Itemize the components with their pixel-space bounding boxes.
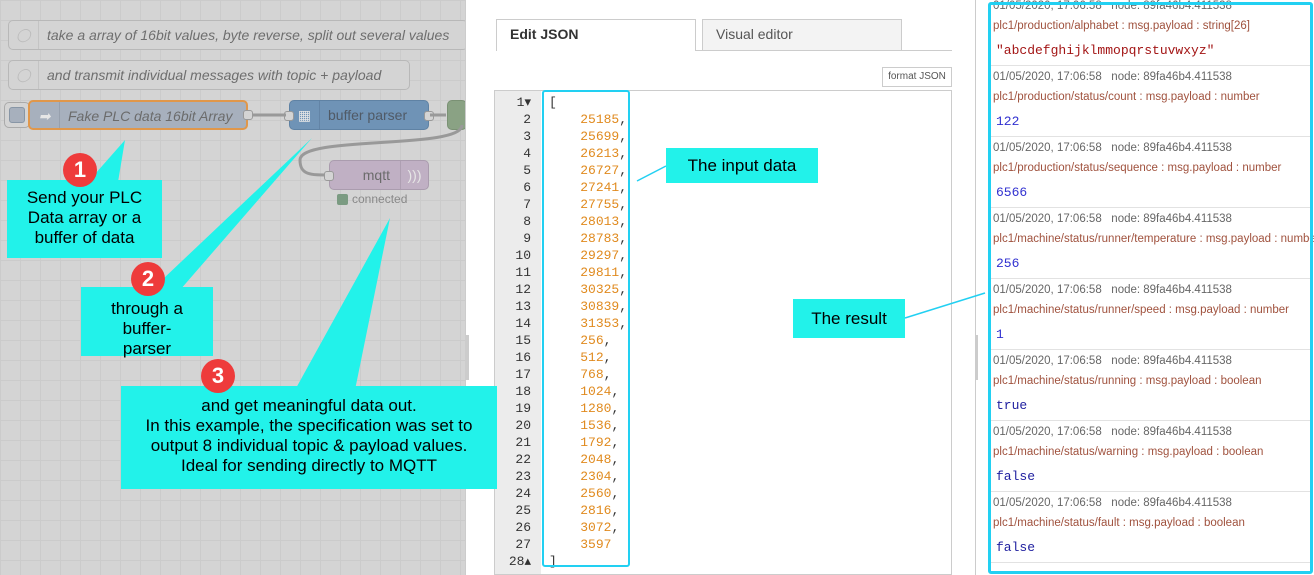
- input-arrow: [636, 165, 667, 182]
- result-highlight: [988, 2, 1313, 574]
- callout-input-data: The input data: [666, 148, 818, 183]
- step-badge-2: 2: [131, 262, 165, 296]
- callout-step2: through a buffer-parser: [81, 287, 213, 358]
- callout-tail-2: [145, 138, 312, 296]
- callout-tail-3: [295, 218, 390, 390]
- input-highlight: [542, 90, 630, 567]
- callout-result: The result: [793, 299, 905, 338]
- step-badge-1: 1: [63, 153, 97, 187]
- result-arrow: [904, 292, 986, 319]
- callout-step1: Send your PLC Data array or a buffer of …: [7, 180, 162, 258]
- step-badge-3: 3: [201, 359, 235, 393]
- callout-step3: and get meaningful data out. In this exam…: [121, 386, 497, 489]
